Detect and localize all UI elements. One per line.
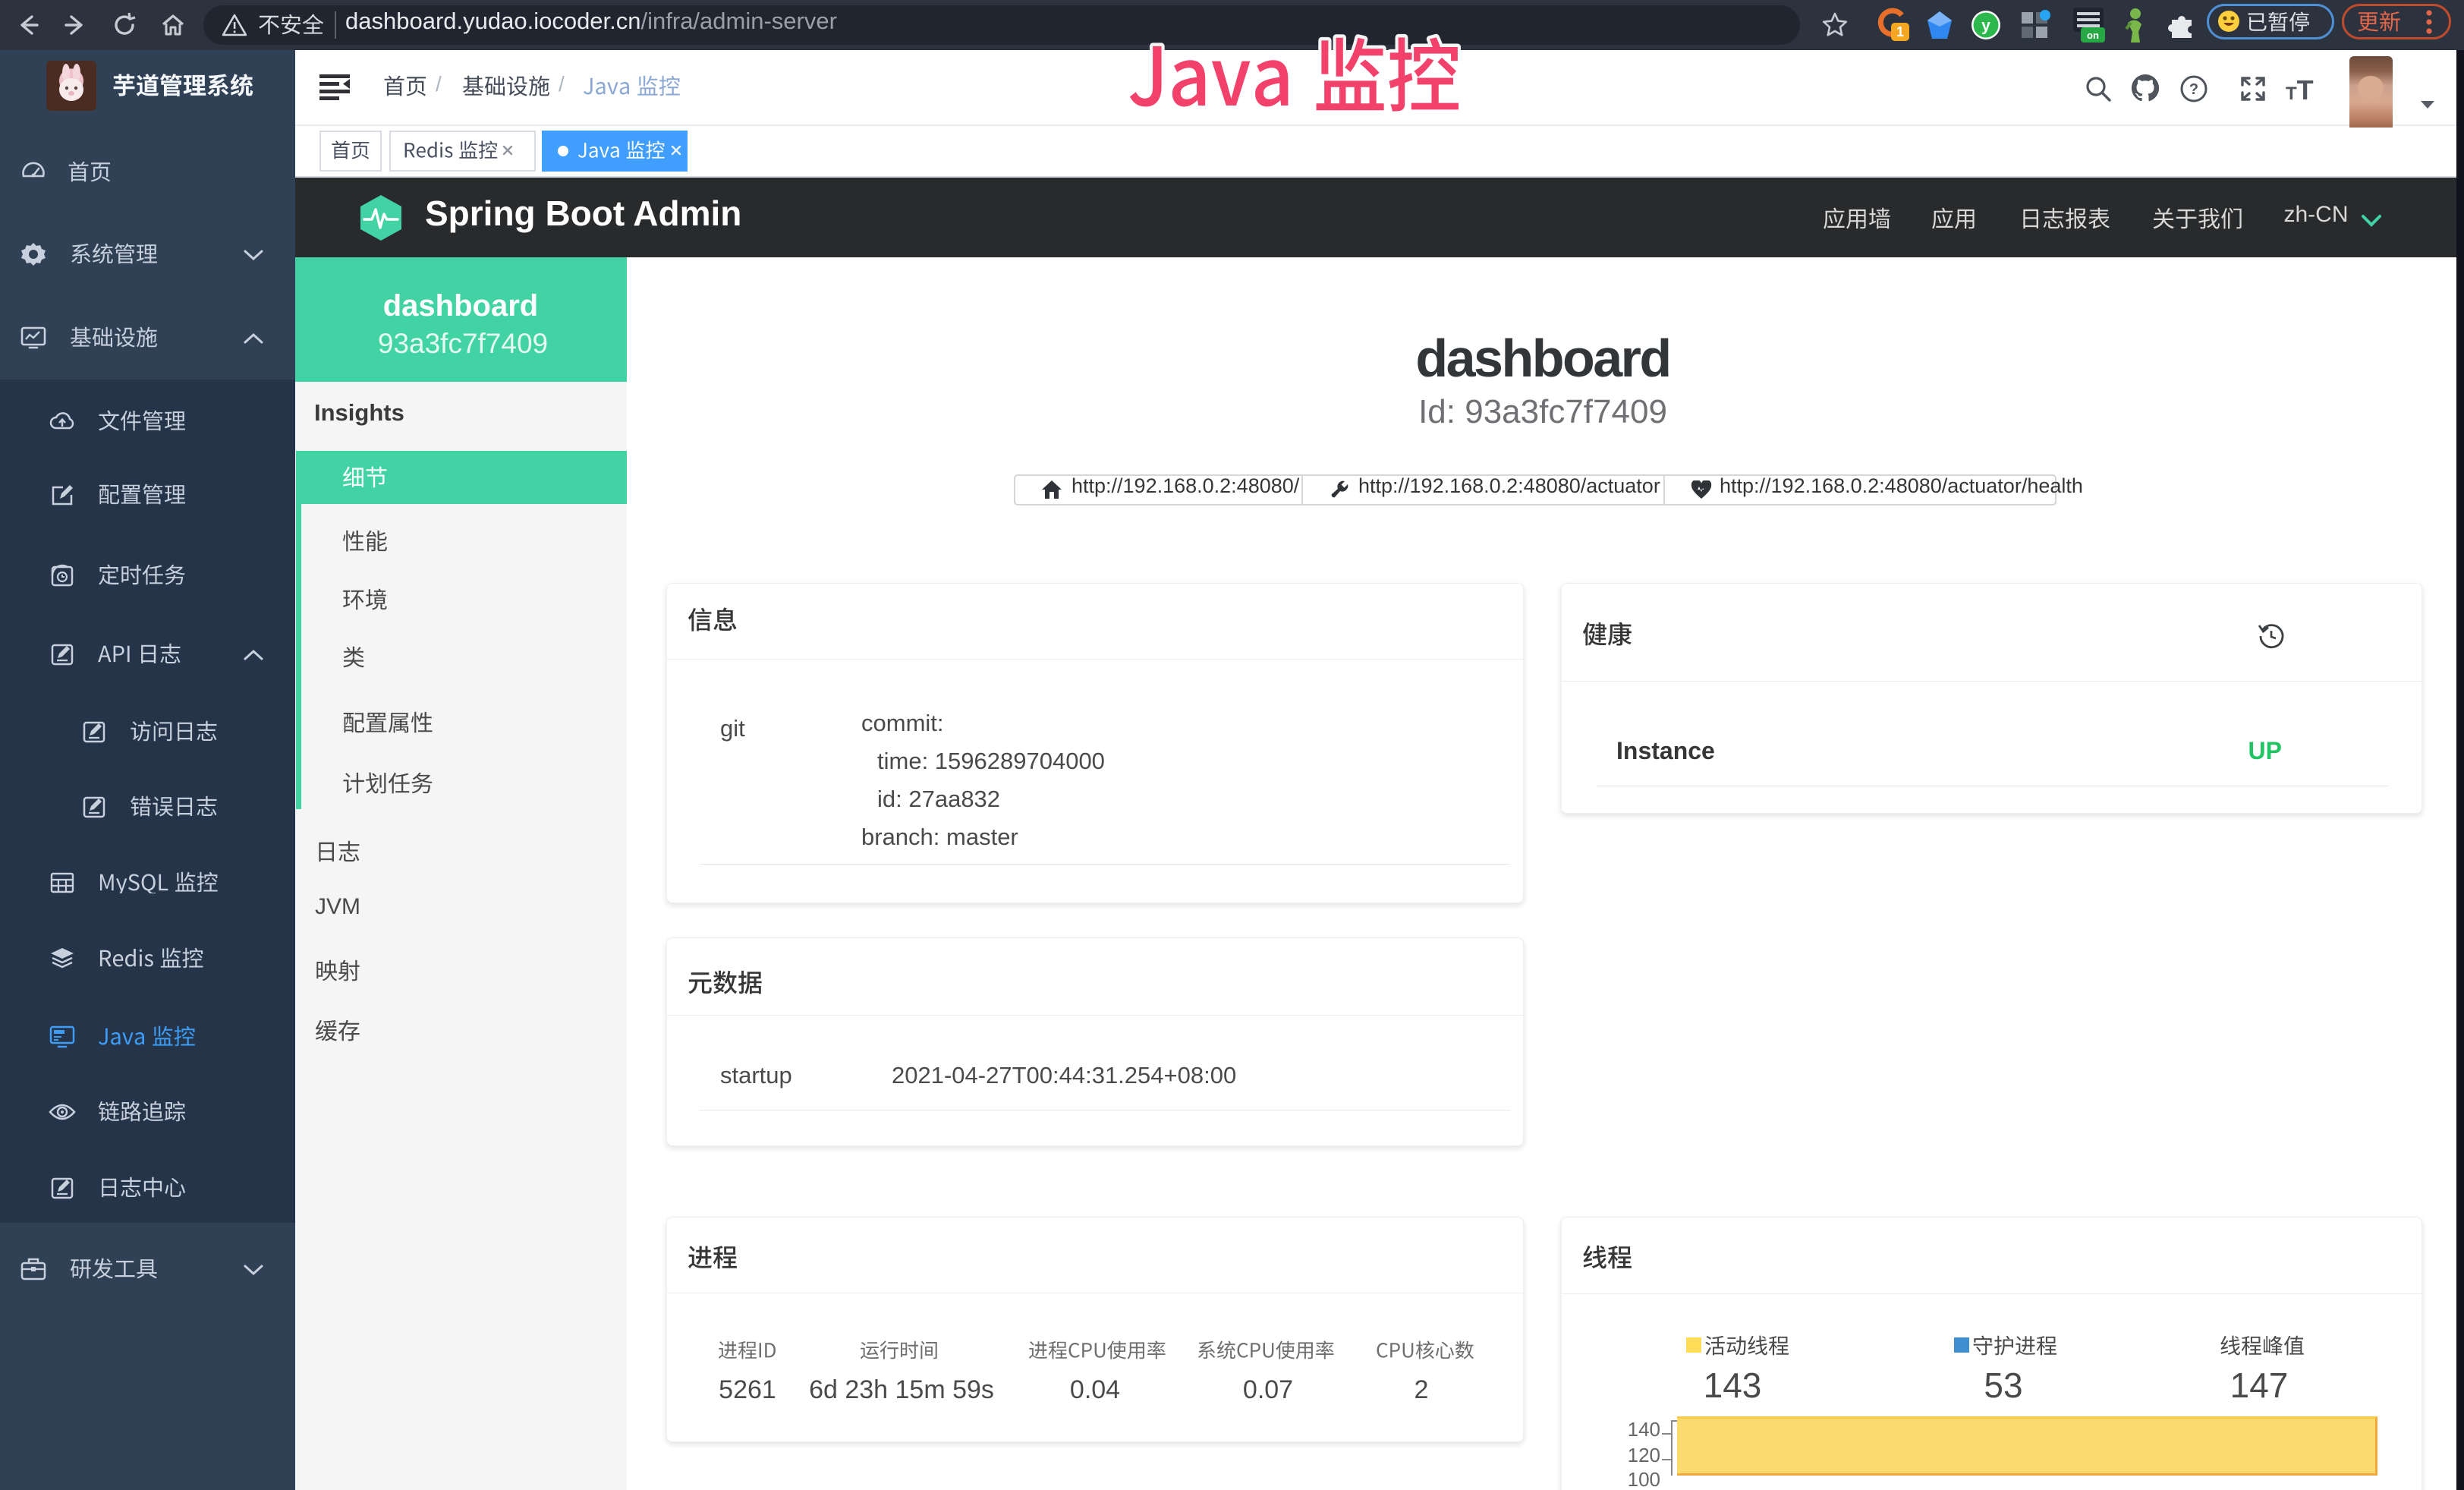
svg-text:on: on [2087,30,2099,41]
svg-text:y: y [1981,17,1990,35]
svg-text:1: 1 [1896,24,1904,39]
svg-text:?: ? [2189,81,2198,98]
